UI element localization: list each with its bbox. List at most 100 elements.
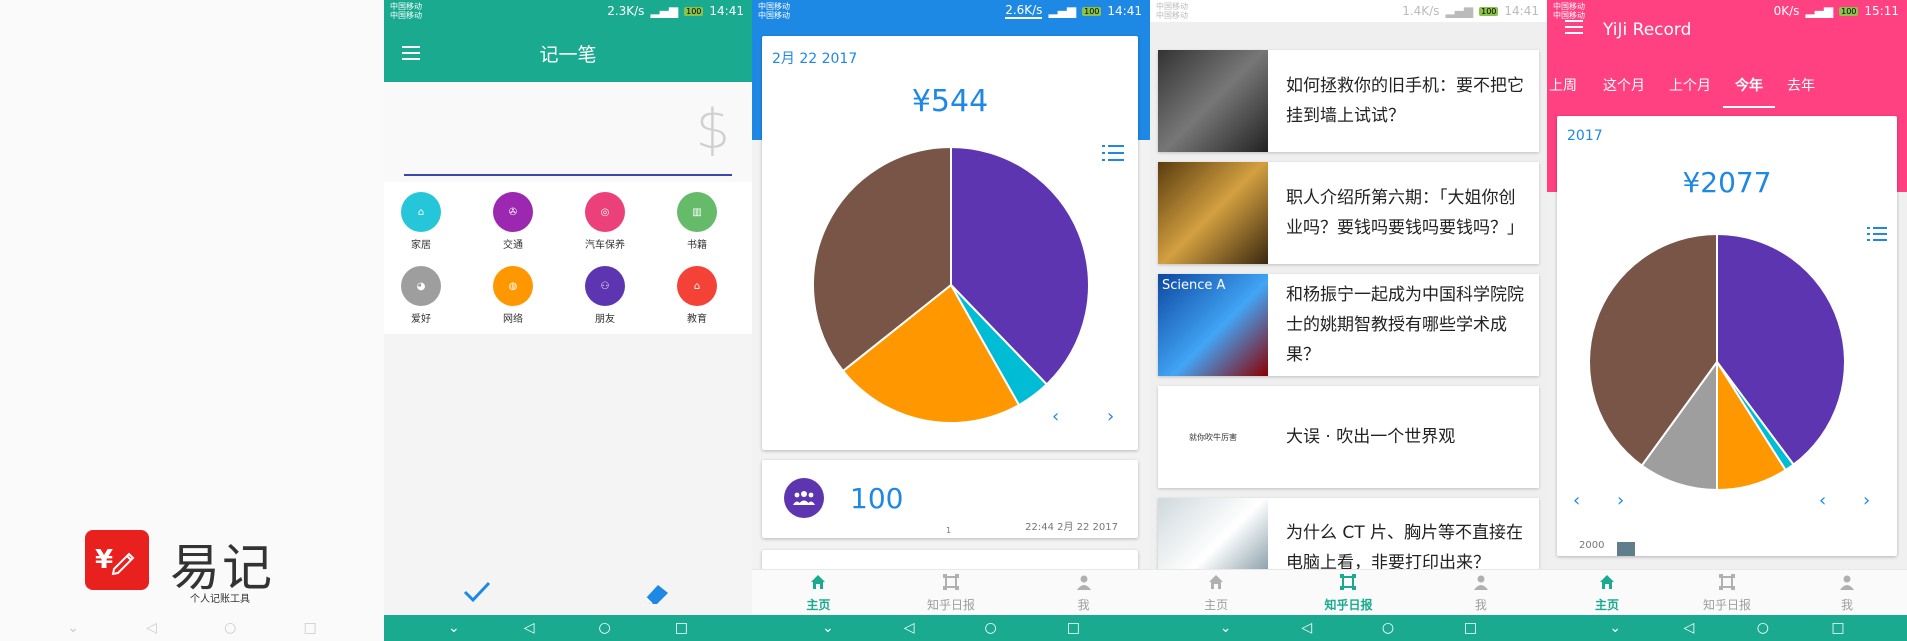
nav-down-icon[interactable]: ⌄ [448, 620, 460, 636]
nav-home-icon[interactable]: ○ [985, 620, 997, 636]
nav-back-icon[interactable]: ◁ [904, 620, 915, 636]
nav-recents-icon[interactable]: □ [304, 620, 317, 636]
people-icon [793, 491, 815, 505]
category-label: 网络 [503, 314, 523, 325]
article-title: 大误 · 吹出一个世界观 [1286, 427, 1456, 447]
category-item[interactable]: ⌂ 家居 [384, 192, 466, 251]
tab-label: 知乎日报 [1702, 597, 1751, 612]
amount-underline [404, 174, 732, 176]
tab-label: 主页 [806, 597, 831, 612]
category-item[interactable]: ✇ 交通 [468, 192, 558, 251]
nav-back-icon[interactable]: ◁ [1684, 620, 1695, 636]
battery-icon: 100 [1479, 6, 1499, 16]
nav-down-icon[interactable]: ⌄ [67, 620, 79, 636]
category-item[interactable]: ⌂ 教育 [652, 266, 742, 325]
summary-date: 2月 22 2017 [772, 51, 858, 67]
globe-icon: ◍ [493, 266, 533, 306]
nav-back-icon[interactable]: ◁ [524, 620, 535, 636]
category-label: 书籍 [687, 240, 707, 251]
person-icon [1075, 573, 1093, 594]
article-card[interactable]: Science A 和杨振宁一起成为中国科学院院士的姚期智教授有哪些学术成果？ [1158, 274, 1539, 376]
category-label: 家居 [411, 240, 431, 251]
nav-recents-icon[interactable]: □ [1067, 620, 1080, 636]
nav-down-icon[interactable]: ⌄ [1609, 620, 1621, 636]
category-item[interactable]: ▥ 书籍 [652, 192, 742, 251]
record-card[interactable]: 100 22:44 2月 22 2017 1 [762, 460, 1138, 538]
confirm-button[interactable] [462, 580, 492, 608]
steering-wheel-icon: ◎ [585, 192, 625, 232]
palette-icon: ◕ [401, 266, 441, 306]
tab-home[interactable]: 主页 [752, 570, 885, 615]
tab-home[interactable]: 主页 [1547, 570, 1667, 615]
net-speed: 2.3K/s [607, 4, 645, 18]
period-tab[interactable]: 去年 [1775, 72, 1827, 108]
article-card[interactable]: 如何拯救你的旧手机：要不把它挂到墙上试试？ [1158, 50, 1539, 152]
nav-recents-icon[interactable]: □ [1831, 620, 1844, 636]
nav-recents-icon[interactable]: □ [675, 620, 688, 636]
status-bar: 中国移动 中国移动 2.6K/s ▂▄▆ 100 14:41 [758, 2, 1142, 20]
article-card[interactable]: 职人介绍所第六期：「大姐你创业吗？要钱吗要钱吗要钱吗？」 [1158, 162, 1539, 264]
prev-arrow-icon[interactable]: ‹ [1819, 490, 1826, 511]
tab-person[interactable]: 我 [1415, 570, 1547, 615]
menu-button[interactable] [1565, 20, 1583, 34]
nav-home-icon[interactable]: ○ [224, 620, 236, 636]
net-speed: 2.6K/s [1005, 3, 1043, 19]
summary-total: ¥544 [911, 84, 989, 119]
stats-screen: 中国移动 中国移动 0K/s ▂▄▆ 100 15:11 YiJi Record … [1547, 0, 1907, 641]
category-item[interactable]: ⚇ 朋友 [560, 266, 650, 325]
record-amount: 100 [850, 482, 904, 515]
nav-recents-icon[interactable]: □ [1464, 620, 1477, 636]
tab-frame[interactable]: 知乎日报 [1667, 570, 1787, 615]
tab-person[interactable]: 我 [1787, 570, 1907, 615]
transport-icon: ✇ [493, 192, 533, 232]
list-icon [1867, 227, 1887, 241]
period-tab[interactable]: 这个月 [1591, 72, 1657, 108]
tab-home[interactable]: 主页 [1150, 570, 1282, 615]
erase-button[interactable] [642, 580, 672, 610]
system-nav-bar: ⌄ ◁ ○ □ [752, 615, 1150, 641]
category-pie-chart[interactable] [1577, 226, 1867, 506]
article-card[interactable]: 为什么 CT 片、胸片等不直接在电脑上看，非要打印出来？ [1158, 498, 1539, 570]
tab-person[interactable]: 我 [1017, 570, 1150, 615]
category-item[interactable]: ◕ 爱好 [384, 266, 466, 325]
period-tab[interactable]: 上个月 [1657, 72, 1723, 108]
nav-home-icon[interactable]: ○ [599, 620, 611, 636]
nav-back-icon[interactable]: ◁ [1301, 620, 1312, 636]
period-tab[interactable]: 今年 [1723, 72, 1775, 108]
period-tab[interactable]: 上周 [1547, 72, 1591, 108]
tab-label: 主页 [1204, 597, 1229, 612]
nav-home-icon[interactable]: ○ [1382, 620, 1394, 636]
list-view-button[interactable] [1867, 226, 1887, 246]
person-icon [1472, 573, 1490, 594]
nav-home-icon[interactable]: ○ [1757, 620, 1769, 636]
next-arrow-icon[interactable]: › [1617, 490, 1624, 511]
article-thumbnail [1158, 162, 1268, 264]
home-icon [1207, 573, 1225, 594]
tab-frame[interactable]: 知乎日报 [885, 570, 1018, 615]
tab-label: 主页 [1594, 597, 1619, 612]
thumbnail-caption: Science A [1162, 278, 1226, 293]
next-arrow-icon[interactable]: › [1107, 406, 1114, 427]
prev-arrow-icon[interactable]: ‹ [1573, 490, 1580, 511]
nav-down-icon[interactable]: ⌄ [822, 620, 834, 636]
tab-label: 我 [1840, 597, 1853, 612]
bottom-tab-bar: 主页 知乎日报 我 [752, 569, 1150, 615]
article-thumbnail: Science A [1158, 274, 1268, 376]
next-arrow-icon[interactable]: › [1863, 490, 1870, 511]
article-thumbnail: 就你吹牛厉害 [1158, 386, 1268, 488]
category-item[interactable]: ◎ 汽车保养 [560, 192, 650, 251]
nav-back-icon[interactable]: ◁ [146, 620, 157, 636]
status-bar: 中国移动 中国移动 0K/s ▂▄▆ 100 15:11 [1553, 2, 1899, 20]
tab-label: 我 [1474, 597, 1487, 612]
summary-card: 2月 22 2017 ¥544 ‹ › [762, 36, 1138, 450]
amount-input-area[interactable]: $ [384, 82, 752, 182]
nav-down-icon[interactable]: ⌄ [1220, 620, 1232, 636]
article-card[interactable]: 就你吹牛厉害 大误 · 吹出一个世界观 [1158, 386, 1539, 488]
tab-frame[interactable]: 知乎日报 [1282, 570, 1414, 615]
summary-year: 2017 [1567, 128, 1603, 144]
category-pie-chart[interactable] [796, 144, 1106, 426]
person-icon [1838, 573, 1856, 594]
category-item[interactable]: ◍ 网络 [468, 266, 558, 325]
frame-icon [942, 573, 960, 594]
prev-arrow-icon[interactable]: ‹ [1052, 406, 1059, 427]
